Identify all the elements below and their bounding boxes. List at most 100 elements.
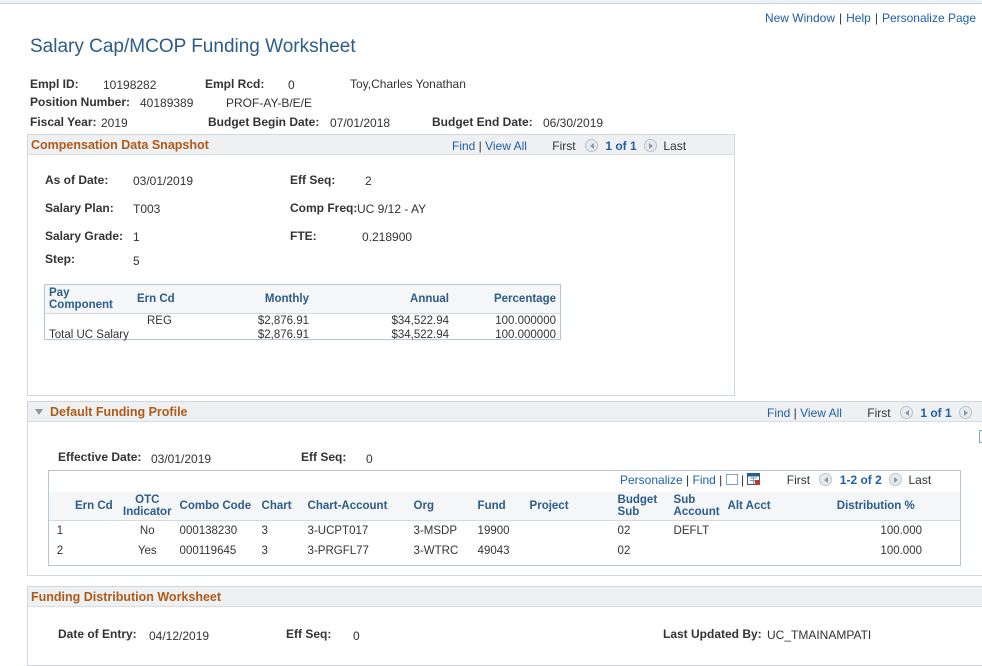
table-cell: 3: [261, 524, 268, 537]
fiscal-year-value: 2019: [101, 116, 128, 130]
column-header: [49, 492, 71, 521]
section-header: Funding Distribution Worksheet: [28, 587, 982, 607]
comp-freq-label: Comp Freq:: [290, 201, 358, 215]
table-cell: [724, 521, 792, 541]
eff-seq-value: 0: [353, 629, 360, 643]
row-count: 1-2 of 2: [839, 473, 882, 487]
next-icon[interactable]: [889, 473, 903, 486]
table-cell: 100.000000: [495, 329, 556, 341]
personalize-page-link[interactable]: Personalize Page: [882, 11, 976, 25]
previous-icon[interactable]: [584, 139, 598, 152]
table-cell: 100.000: [880, 544, 922, 557]
budget-end-label: Budget End Date:: [432, 115, 533, 129]
comp-freq-value: UC 9/12 - AY: [357, 202, 427, 216]
find-link[interactable]: Find: [452, 139, 475, 153]
last-label: Last: [663, 139, 687, 153]
table-cell: 3-PRGFL77: [307, 544, 369, 557]
as-of-date-value: 03/01/2019: [133, 174, 194, 188]
empl-id-label: Empl ID:: [30, 77, 79, 91]
personalize-link[interactable]: Personalize: [620, 473, 683, 487]
section-title: Compensation Data Snapshot: [31, 138, 209, 152]
empl-rcd-label: Empl Rcd:: [205, 77, 265, 91]
eff-seq-value: 2: [365, 174, 372, 188]
table-cell: 000138230: [179, 524, 238, 537]
collapse-icon[interactable]: [34, 405, 44, 419]
column-header: Chart-Account: [303, 492, 410, 521]
position-description: PROF-AY-B/E/E: [226, 96, 313, 110]
table-cell: Yes: [137, 544, 157, 557]
column-header: Fund: [473, 492, 526, 521]
column-header: Distribution %: [791, 492, 960, 521]
section-title-text: Default Funding Profile: [50, 405, 188, 419]
table-cell: $34,522.94: [391, 329, 449, 341]
budget-begin-label: Budget Begin Date:: [208, 115, 320, 129]
table-cell: 3: [261, 544, 268, 557]
column-header: Percentage: [453, 285, 560, 314]
table-cell: 100.000: [880, 524, 922, 537]
column-header: Pay Component: [45, 285, 133, 314]
table-cell: 19900: [477, 524, 510, 537]
view-all-link[interactable]: View All: [800, 406, 842, 420]
table-row: 2 Yes 000119645 3 3-PRGFL77 3-WTRC 49043…: [49, 541, 960, 561]
view-icon[interactable]: [725, 474, 738, 485]
section-title: Funding Distribution Worksheet: [31, 590, 222, 604]
empl-id-value: 10198282: [103, 78, 157, 92]
employee-name: Toy,Charles Yonathan: [350, 77, 466, 91]
next-icon[interactable]: [959, 406, 972, 419]
table-cell: $34,522.94: [391, 315, 449, 327]
table-row: REG $2,876.91 $34,522.94 100.000000: [45, 314, 560, 329]
table-cell: No: [139, 524, 155, 537]
last-label: Last: [908, 473, 932, 487]
row-navigation: Find | View All First 1 of 1: [767, 406, 972, 420]
table-cell: 100.000000: [495, 315, 556, 327]
column-header: Chart: [257, 492, 304, 521]
column-header: Org: [409, 492, 474, 521]
budget-begin-value: 07/01/2018: [330, 116, 391, 130]
position-number-value: 40189389: [140, 96, 194, 110]
table-row: 1 No 000138230 3 3-UCPT017 3-MSDP 19900 …: [49, 521, 960, 541]
salary-grade-label: Salary Grade:: [45, 229, 124, 243]
effective-date-label: Effective Date:: [58, 450, 142, 464]
as-of-date-label: As of Date:: [45, 173, 109, 187]
separator: |: [874, 11, 878, 25]
table-cell: DEFLT: [673, 524, 710, 537]
table-cell: [670, 541, 724, 561]
table-cell: 3-WTRC: [413, 544, 459, 557]
table-cell: 02: [617, 544, 631, 557]
top-border: [0, 0, 982, 4]
empl-rcd-value: 0: [288, 78, 295, 92]
new-window-link[interactable]: New Window: [765, 11, 835, 25]
column-header: OTC Indicator: [119, 492, 176, 521]
compensation-grid: Pay Component Ern Cd Monthly Annual Perc…: [44, 284, 561, 341]
table-cell: [71, 521, 119, 541]
table-cell: [71, 541, 119, 561]
find-link[interactable]: Find: [767, 406, 790, 420]
compensation-snapshot-section: Compensation Data Snapshot Find | View A…: [27, 134, 735, 396]
last-updated-value: UC_TMAINAMPATI: [767, 628, 872, 642]
column-header: Project: [525, 492, 614, 521]
column-header: Ern Cd: [133, 285, 189, 314]
page-title: Salary Cap/MCOP Funding Worksheet: [30, 36, 356, 57]
step-label: Step:: [45, 252, 75, 266]
view-all-link[interactable]: View All: [485, 139, 527, 153]
download-excel-icon[interactable]: [747, 473, 761, 486]
position-number-label: Position Number:: [30, 95, 131, 109]
fiscal-year-label: Fiscal Year:: [30, 115, 97, 129]
row-number: 2: [56, 544, 64, 557]
row-navigation: Find | View All First 1 of 1 Last: [452, 139, 687, 153]
step-value: 5: [133, 254, 140, 268]
row-count: 1 of 1: [605, 139, 637, 153]
next-icon[interactable]: [644, 139, 657, 152]
help-link[interactable]: Help: [846, 11, 871, 25]
eff-seq-value: 0: [366, 452, 373, 466]
eff-seq-label: Eff Seq:: [301, 450, 347, 464]
previous-icon[interactable]: [899, 406, 913, 419]
salary-plan-label: Salary Plan:: [45, 201, 114, 215]
funding-grid: Personalize | Find | | First 1-2 of 2 La…: [48, 470, 961, 566]
grid-navigation: Personalize | Find | | First 1-2 of 2 La…: [620, 473, 932, 487]
find-link[interactable]: Find: [693, 473, 716, 487]
table-cell: REG: [147, 315, 172, 327]
previous-icon[interactable]: [819, 473, 833, 486]
table-cell: $2,876.91: [257, 315, 309, 327]
first-label: First: [552, 139, 576, 153]
